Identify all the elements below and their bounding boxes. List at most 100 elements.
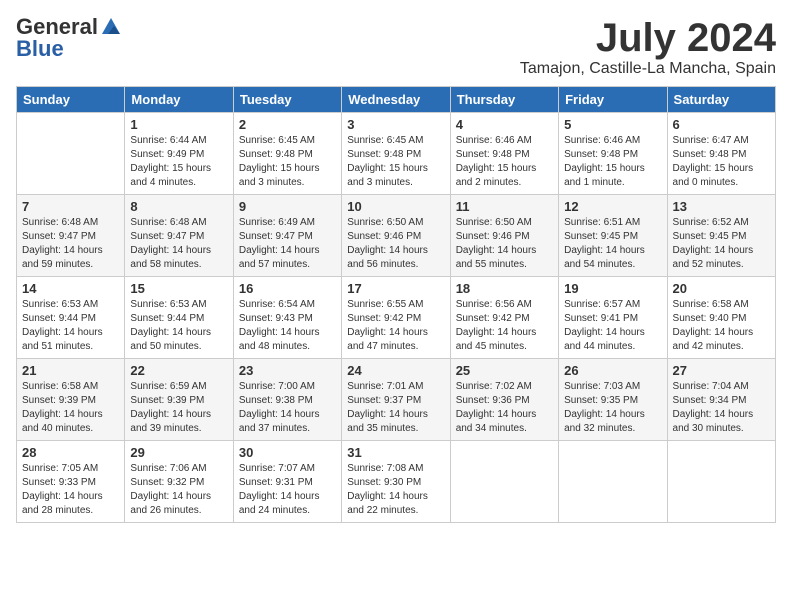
day-number: 7	[22, 199, 119, 214]
day-number: 14	[22, 281, 119, 296]
title-section: July 2024 Tamajon, Castille-La Mancha, S…	[520, 16, 776, 78]
calendar-cell: 16 Sunrise: 6:54 AM Sunset: 9:43 PM Dayli…	[233, 277, 341, 359]
day-number: 5	[564, 117, 661, 132]
calendar-cell: 26Sunrise: 7:03 AM Sunset: 9:35 PM Dayli…	[559, 359, 667, 441]
day-number: 27	[673, 363, 770, 378]
day-info: Sunrise: 7:00 AM Sunset: 9:38 PM Dayligh…	[239, 380, 336, 436]
calendar-cell: 1 Sunrise: 6:44 AM Sunset: 9:49 PM Daylig…	[125, 113, 233, 195]
logo-blue-text: Blue	[16, 38, 64, 60]
day-info: Sunrise: 7:06 AM Sunset: 9:32 PM Dayligh…	[130, 462, 227, 518]
calendar-cell	[450, 441, 558, 523]
calendar-cell: 27 Sunrise: 7:04 AM Sunset: 9:34 PM Dayli…	[667, 359, 775, 441]
location-title: Tamajon, Castille-La Mancha, Spain	[520, 60, 776, 78]
day-number: 17	[347, 281, 444, 296]
day-info: Sunrise: 6:53 AM Sunset: 9:44 PM Dayligh…	[22, 298, 119, 354]
day-number: 20	[673, 281, 770, 296]
day-number: 12	[564, 199, 661, 214]
day-info: Sunrise: 6:55 AM Sunset: 9:42 PM Dayligh…	[347, 298, 444, 354]
day-info: Sunrise: 6:45 AM Sunset: 9:48 PM Dayligh…	[239, 134, 336, 190]
day-number: 26	[564, 363, 661, 378]
day-number: 23	[239, 363, 336, 378]
calendar-week-row: 14 Sunrise: 6:53 AM Sunset: 9:44 PM Dayli…	[17, 277, 776, 359]
day-info: Sunrise: 6:52 AM Sunset: 9:45 PM Dayligh…	[673, 216, 770, 272]
day-number: 25	[456, 363, 553, 378]
calendar-cell	[667, 441, 775, 523]
day-info: Sunrise: 6:49 AM Sunset: 9:47 PM Dayligh…	[239, 216, 336, 272]
day-info: Sunrise: 6:50 AM Sunset: 9:46 PM Dayligh…	[456, 216, 553, 272]
calendar-cell: 18Sunrise: 6:56 AM Sunset: 9:42 PM Dayli…	[450, 277, 558, 359]
day-number: 30	[239, 445, 336, 460]
day-info: Sunrise: 6:50 AM Sunset: 9:46 PM Dayligh…	[347, 216, 444, 272]
day-info: Sunrise: 6:59 AM Sunset: 9:39 PM Dayligh…	[130, 380, 227, 436]
page-header: General Blue July 2024 Tamajon, Castille…	[16, 16, 776, 78]
day-number: 10	[347, 199, 444, 214]
calendar-cell: 25Sunrise: 7:02 AM Sunset: 9:36 PM Dayli…	[450, 359, 558, 441]
calendar-cell	[17, 113, 125, 195]
calendar-cell: 24 Sunrise: 7:01 AM Sunset: 9:37 PM Dayli…	[342, 359, 450, 441]
calendar-cell: 11 Sunrise: 6:50 AM Sunset: 9:46 PM Dayli…	[450, 195, 558, 277]
weekday-header-thursday: Thursday	[450, 87, 558, 113]
calendar-cell: 5 Sunrise: 6:46 AM Sunset: 9:48 PM Daylig…	[559, 113, 667, 195]
day-number: 19	[564, 281, 661, 296]
day-info: Sunrise: 6:58 AM Sunset: 9:39 PM Dayligh…	[22, 380, 119, 436]
day-info: Sunrise: 6:46 AM Sunset: 9:48 PM Dayligh…	[456, 134, 553, 190]
day-number: 1	[130, 117, 227, 132]
day-number: 2	[239, 117, 336, 132]
calendar-table: SundayMondayTuesdayWednesdayThursdayFrid…	[16, 86, 776, 523]
day-number: 16	[239, 281, 336, 296]
calendar-cell: 23 Sunrise: 7:00 AM Sunset: 9:38 PM Dayli…	[233, 359, 341, 441]
calendar-cell: 13 Sunrise: 6:52 AM Sunset: 9:45 PM Dayli…	[667, 195, 775, 277]
day-info: Sunrise: 6:54 AM Sunset: 9:43 PM Dayligh…	[239, 298, 336, 354]
day-number: 31	[347, 445, 444, 460]
calendar-cell: 14 Sunrise: 6:53 AM Sunset: 9:44 PM Dayli…	[17, 277, 125, 359]
calendar-cell: 8Sunrise: 6:48 AM Sunset: 9:47 PM Daylig…	[125, 195, 233, 277]
day-info: Sunrise: 6:47 AM Sunset: 9:48 PM Dayligh…	[673, 134, 770, 190]
calendar-cell	[559, 441, 667, 523]
day-number: 11	[456, 199, 553, 214]
day-info: Sunrise: 6:51 AM Sunset: 9:45 PM Dayligh…	[564, 216, 661, 272]
weekday-header-friday: Friday	[559, 87, 667, 113]
day-number: 9	[239, 199, 336, 214]
day-info: Sunrise: 6:53 AM Sunset: 9:44 PM Dayligh…	[130, 298, 227, 354]
day-number: 6	[673, 117, 770, 132]
weekday-header-sunday: Sunday	[17, 87, 125, 113]
calendar-cell: 17 Sunrise: 6:55 AM Sunset: 9:42 PM Dayli…	[342, 277, 450, 359]
calendar-week-row: 28Sunrise: 7:05 AM Sunset: 9:33 PM Dayli…	[17, 441, 776, 523]
calendar-cell: 20Sunrise: 6:58 AM Sunset: 9:40 PM Dayli…	[667, 277, 775, 359]
calendar-cell: 2 Sunrise: 6:45 AM Sunset: 9:48 PM Daylig…	[233, 113, 341, 195]
day-info: Sunrise: 6:57 AM Sunset: 9:41 PM Dayligh…	[564, 298, 661, 354]
calendar-cell: 29 Sunrise: 7:06 AM Sunset: 9:32 PM Dayli…	[125, 441, 233, 523]
day-number: 3	[347, 117, 444, 132]
day-number: 24	[347, 363, 444, 378]
weekday-header-tuesday: Tuesday	[233, 87, 341, 113]
day-info: Sunrise: 6:46 AM Sunset: 9:48 PM Dayligh…	[564, 134, 661, 190]
calendar-cell: 19 Sunrise: 6:57 AM Sunset: 9:41 PM Dayli…	[559, 277, 667, 359]
calendar-cell: 10 Sunrise: 6:50 AM Sunset: 9:46 PM Dayli…	[342, 195, 450, 277]
day-number: 28	[22, 445, 119, 460]
weekday-header-saturday: Saturday	[667, 87, 775, 113]
day-info: Sunrise: 7:04 AM Sunset: 9:34 PM Dayligh…	[673, 380, 770, 436]
day-info: Sunrise: 7:01 AM Sunset: 9:37 PM Dayligh…	[347, 380, 444, 436]
calendar-cell: 21 Sunrise: 6:58 AM Sunset: 9:39 PM Dayli…	[17, 359, 125, 441]
calendar-cell: 31Sunrise: 7:08 AM Sunset: 9:30 PM Dayli…	[342, 441, 450, 523]
calendar-cell: 15Sunrise: 6:53 AM Sunset: 9:44 PM Dayli…	[125, 277, 233, 359]
day-number: 29	[130, 445, 227, 460]
day-info: Sunrise: 6:48 AM Sunset: 9:47 PM Dayligh…	[22, 216, 119, 272]
calendar-cell: 6 Sunrise: 6:47 AM Sunset: 9:48 PM Daylig…	[667, 113, 775, 195]
weekday-header-monday: Monday	[125, 87, 233, 113]
day-number: 21	[22, 363, 119, 378]
logo-general-text: General	[16, 16, 98, 38]
day-number: 13	[673, 199, 770, 214]
day-info: Sunrise: 6:44 AM Sunset: 9:49 PM Dayligh…	[130, 134, 227, 190]
day-info: Sunrise: 7:07 AM Sunset: 9:31 PM Dayligh…	[239, 462, 336, 518]
calendar-week-row: 7 Sunrise: 6:48 AM Sunset: 9:47 PM Daylig…	[17, 195, 776, 277]
calendar-week-row: 1 Sunrise: 6:44 AM Sunset: 9:49 PM Daylig…	[17, 113, 776, 195]
calendar-cell: 7 Sunrise: 6:48 AM Sunset: 9:47 PM Daylig…	[17, 195, 125, 277]
calendar-week-row: 21 Sunrise: 6:58 AM Sunset: 9:39 PM Dayli…	[17, 359, 776, 441]
day-number: 4	[456, 117, 553, 132]
calendar-cell: 30 Sunrise: 7:07 AM Sunset: 9:31 PM Dayli…	[233, 441, 341, 523]
calendar-cell: 3Sunrise: 6:45 AM Sunset: 9:48 PM Daylig…	[342, 113, 450, 195]
calendar-header-row: SundayMondayTuesdayWednesdayThursdayFrid…	[17, 87, 776, 113]
logo-icon	[100, 16, 122, 38]
calendar-body: 1 Sunrise: 6:44 AM Sunset: 9:49 PM Daylig…	[17, 113, 776, 523]
